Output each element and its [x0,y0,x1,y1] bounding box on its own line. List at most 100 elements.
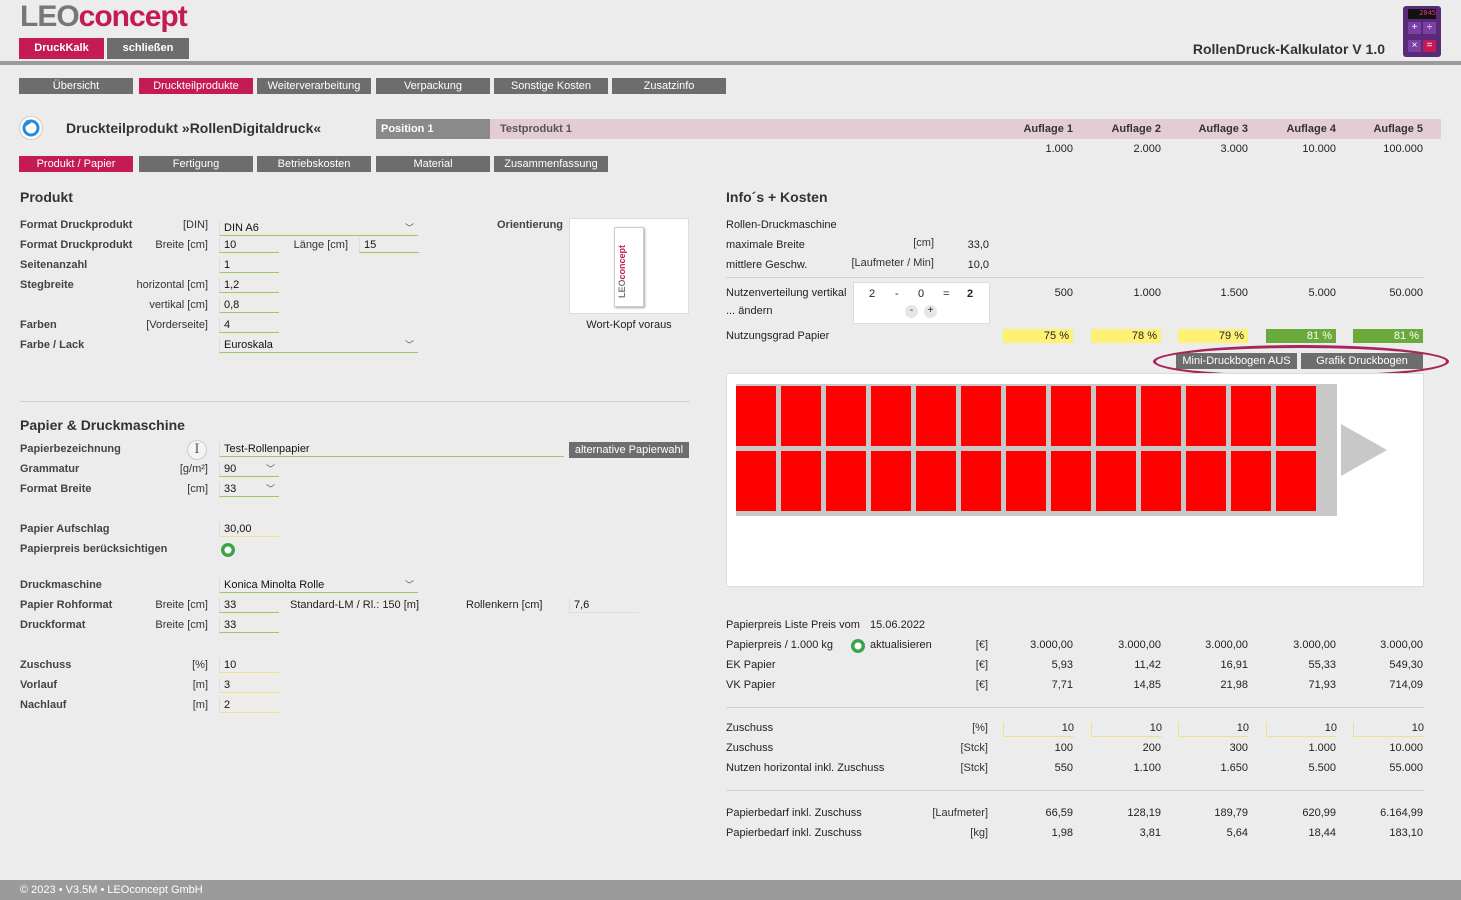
kosten-value: 3.000,00 [1030,639,1073,651]
grammatur-select[interactable]: 90 ﹀ [219,462,279,477]
tab-2[interactable]: Weiterverarbeitung [257,78,371,94]
kosten-value: 128,19 [1127,807,1161,819]
steg-h-unit: horizontal [cm] [136,279,208,291]
laenge-input[interactable]: 15 [359,238,419,253]
zuschuss-input[interactable]: 10 [219,658,279,673]
kosten-value: 18,44 [1308,827,1336,839]
nutzen-cell [916,386,956,446]
auflage-value: 2.000 [1133,143,1161,155]
druckmaschine-select[interactable]: Konica Minolta Rolle ﹀ [219,578,418,593]
nutzen-cell [871,386,911,446]
aktualisieren-label[interactable]: aktualisieren [870,639,932,651]
farben-input[interactable]: 4 [219,318,279,333]
druckformat-input[interactable]: 33 [219,618,279,633]
kosten-value: 183,10 [1389,827,1423,839]
orientierung-preview[interactable]: LEOconcept [569,218,689,314]
kosten-value[interactable]: 10 [1091,722,1162,737]
kosten-row-label: Zuschuss [726,742,774,754]
kosten-value: 1.100 [1133,762,1161,774]
kosten-row-label: Nutzen horizontal inkl. Zuschuss [726,762,885,774]
kosten-value[interactable]: 10 [1178,722,1249,737]
vorlauf-unit: [m] [192,679,208,691]
kosten-value: 16,91 [1220,659,1248,671]
aufschlag-input[interactable]: 30,00 [219,522,279,537]
aktualisieren-icon[interactable] [851,639,865,653]
calculator-icon[interactable]: 2045 + ÷ × = [1403,6,1441,57]
nutzen-plus-button[interactable]: + [924,305,937,318]
nutzen-value: 50.000 [1389,287,1423,299]
kosten-value[interactable]: 10 [1003,722,1074,737]
kosten-value: 189,79 [1214,807,1248,819]
auflage-value: 1.000 [1045,143,1073,155]
kosten-value: 550 [1054,762,1073,774]
rollenkern-label: Rollenkern [cm] [466,599,543,611]
tab-5[interactable]: Zusatzinfo [612,78,726,94]
subtab-1[interactable]: Fertigung [139,156,253,172]
format2-label: Format Druckprodukt [20,239,133,251]
aufschlag-label: Papier Aufschlag [20,523,110,535]
nutzen-cell [826,386,866,446]
druckkalk-button[interactable]: DruckKalk [19,38,104,59]
kosten-row-label: Papierpreis / 1.000 kg [726,639,834,651]
vorlauf-input[interactable]: 3 [219,678,279,693]
nutzen-minus-button[interactable]: - [905,305,918,318]
seiten-input[interactable]: 1 [219,258,279,273]
max-breite-value: 33,0 [967,239,989,251]
divider [726,277,1424,278]
nutzen-cell [961,451,1001,511]
grammatur-label: Grammatur [20,463,80,475]
steg-v-input[interactable]: 0,8 [219,298,279,313]
tab-0[interactable]: Übersicht [19,78,133,94]
tab-4[interactable]: Sonstige Kosten [494,78,608,94]
tab-1[interactable]: Druckteilprodukte [139,78,253,94]
nutzen-cell [1141,386,1181,446]
kosten-value: 714,09 [1389,679,1423,691]
position-label[interactable]: Position 1 [376,119,490,139]
info-icon[interactable]: I [187,440,207,460]
geschw-label: mittlere Geschw. [726,259,808,271]
back-icon[interactable] [19,116,43,140]
kosten-value[interactable]: 10 [1353,722,1424,737]
kosten-row-label: EK Papier [726,659,776,671]
nutzen-cell [1231,386,1271,446]
subtab-2[interactable]: Betriebskosten [257,156,371,172]
nutzungsgrad-value: 78 % [1091,329,1161,343]
tab-3[interactable]: Verpackung [376,78,490,94]
nutzen-cell [826,451,866,511]
vorlauf-label: Vorlauf [20,679,58,691]
standard-lm-label: Standard-LM / Rl.: 150 [m] [290,599,419,611]
subtab-0[interactable]: Produkt / Papier [19,156,133,172]
product-thumbnail: LEOconcept [614,227,644,307]
subtab-3[interactable]: Material [376,156,490,172]
kosten-value: 200 [1142,742,1161,754]
nutzen-cell [1051,451,1091,511]
nutzungsgrad-value: 81 % [1266,329,1336,343]
lack-label: Farbe / Lack [20,339,85,351]
nachlauf-label: Nachlauf [20,699,67,711]
laenge-unit: Länge [cm] [293,239,348,251]
formatbreite-select[interactable]: 33 ﹀ [219,482,279,497]
papierbez-label: Papierbezeichnung [20,443,121,455]
subtab-4[interactable]: Zusammenfassung [494,156,608,172]
lack-select[interactable]: Euroskala ﹀ [219,338,418,353]
papierbez-input[interactable]: Test-Rollenpapier [219,442,564,457]
papierpreis-toggle-icon[interactable] [221,543,235,557]
play-arrow-icon[interactable] [1341,424,1389,476]
kosten-value: 55.000 [1389,762,1423,774]
farben-unit: [Vorderseite] [146,319,208,331]
steg-h-input[interactable]: 1,2 [219,278,279,293]
steg-label: Stegbreite [20,279,74,291]
nachlauf-input[interactable]: 2 [219,698,279,713]
format-label: Format Druckprodukt [20,219,133,231]
nutzungsgrad-value: 81 % [1353,329,1423,343]
format-select[interactable]: DIN A6 ﹀ [219,221,418,236]
kosten-value: 6.164,99 [1380,807,1423,819]
alternative-papierwahl-button[interactable]: alternative Papierwahl [569,442,689,458]
steg-v-unit: vertikal [cm] [149,299,208,311]
kosten-value: 100 [1054,742,1073,754]
breite-input[interactable]: 10 [219,238,279,253]
papierpreis-label: Papierpreis berücksichtigen [20,543,168,555]
kosten-value[interactable]: 10 [1266,722,1337,737]
schliessen-button[interactable]: schließen [107,38,189,59]
rohformat-input[interactable]: 33 [219,598,279,613]
